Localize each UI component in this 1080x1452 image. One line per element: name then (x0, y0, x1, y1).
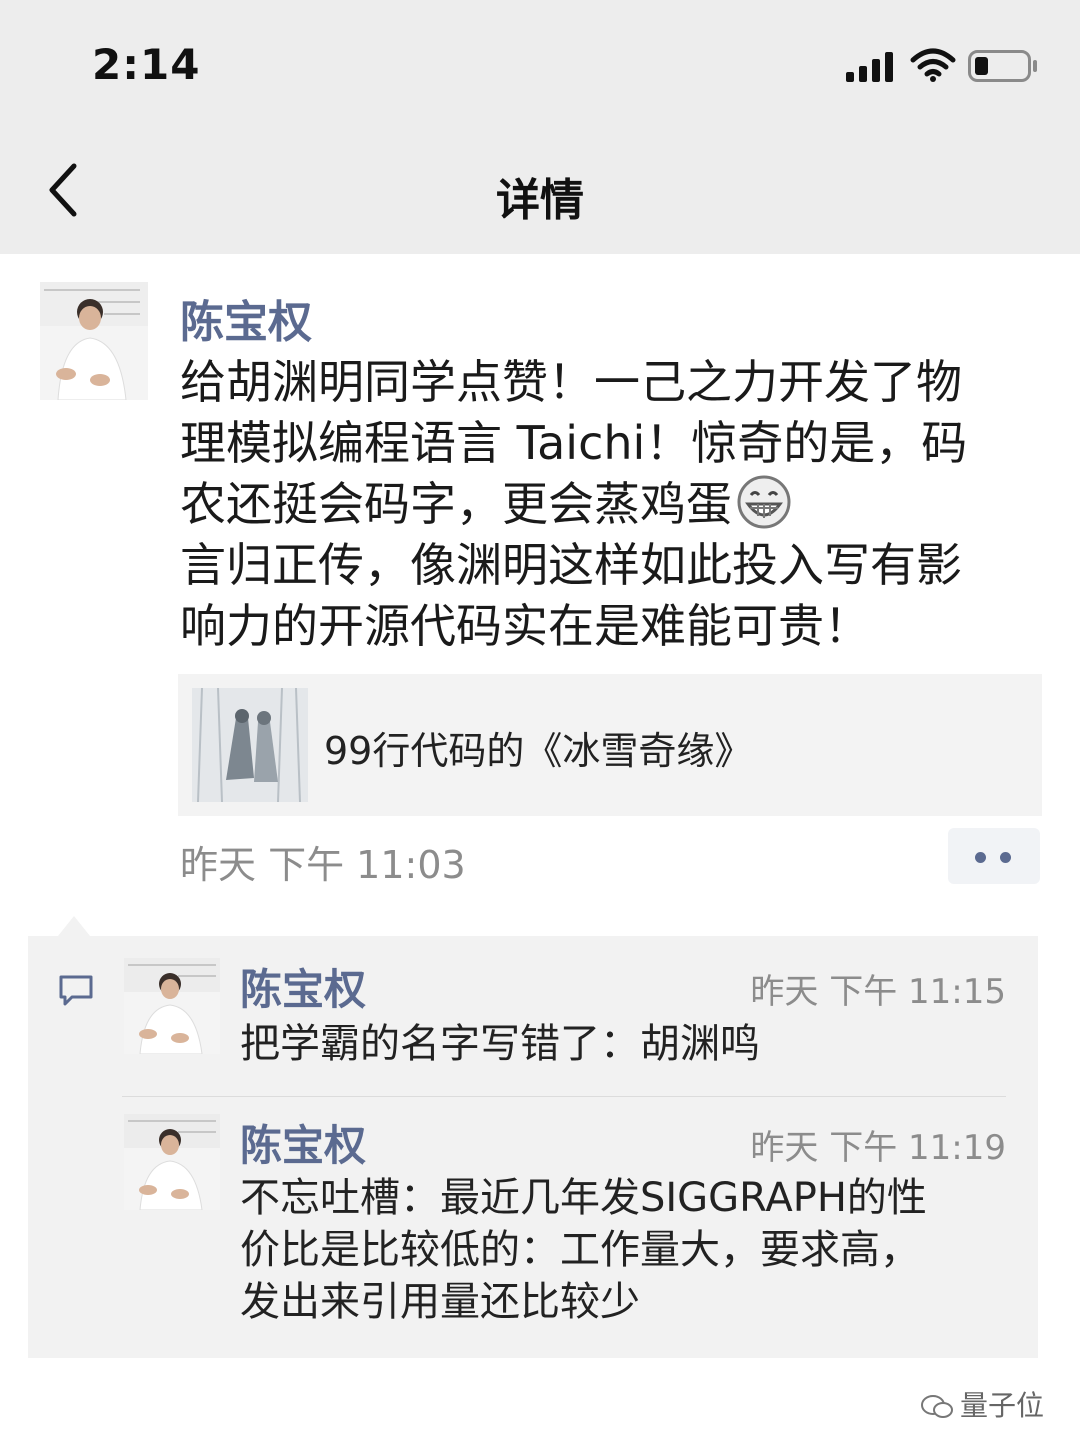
comment-icon (59, 975, 93, 1006)
comment-author-name[interactable]: 陈宝权 (240, 956, 366, 1017)
post-author-name[interactable]: 陈宝权 (180, 286, 312, 350)
battery-icon (968, 50, 1037, 82)
post-text-line: 给胡渊明同学点赞！一己之力开发了物 (180, 355, 962, 409)
comment-text: 不忘吐槽：最近几年发SIGGRAPH的性 价比是比较低的：工作量大，要求高， 发… (240, 1172, 1010, 1328)
author-avatar[interactable] (40, 282, 148, 400)
comment-divider (122, 1096, 1006, 1097)
post-text-line-content: 农还挺会码字，更会蒸鸡蛋 (180, 477, 732, 531)
watermark-text: 量子位 (959, 1389, 1044, 1422)
grinning-face-icon (737, 475, 791, 529)
comment-text-line: 发出来引用量还比较少 (240, 1279, 640, 1325)
comment-text: 把学霸的名字写错了：胡渊鸣 (240, 1018, 1010, 1070)
wechat-logo-icon (920, 1395, 953, 1418)
comments-pointer (58, 916, 90, 936)
more-options-button[interactable] (948, 828, 1040, 884)
comment-timestamp: 昨天 下午 11:15 (750, 972, 1006, 1012)
post-text-line: 响力的开源代码实在是难能可贵！ (180, 599, 870, 653)
comments-section: 陈宝权 昨天 下午 11:15 把学霸的名字写错了：胡渊鸣 陈宝权 昨天 下午 … (28, 936, 1038, 1358)
cellular-signal-icon (846, 52, 893, 82)
more-dot-icon (975, 852, 986, 863)
status-time: 2:14 (92, 40, 201, 89)
comment-timestamp: 昨天 下午 11:19 (750, 1128, 1006, 1168)
watermark: 量子位 (920, 1384, 1044, 1424)
post-text: 给胡渊明同学点赞！一己之力开发了物 理模拟编程语言 Taichi！惊奇的是，码 … (180, 352, 1040, 657)
comment-author-name[interactable]: 陈宝权 (240, 1112, 366, 1173)
post-text-line: 言归正传，像渊明这样如此投入写有影 (180, 538, 962, 592)
article-thumbnail (192, 688, 308, 802)
post-text-line: 理模拟编程语言 Taichi！惊奇的是，码 (180, 416, 968, 470)
comment-avatar[interactable] (124, 1114, 220, 1210)
status-bar: 2:14 (0, 0, 1080, 130)
comment-text-line: 不忘吐槽：最近几年发SIGGRAPH的性 (240, 1175, 927, 1221)
post-text-line: 农还挺会码字，更会蒸鸡蛋 (180, 474, 1040, 535)
page-title: 详情 (496, 175, 584, 226)
shared-article-card[interactable]: 99行代码的《冰雪奇缘》 (178, 674, 1042, 816)
post-timestamp: 昨天 下午 11:03 (180, 843, 466, 887)
comment-text-line: 价比是比较低的：工作量大，要求高， (240, 1227, 920, 1273)
wifi-icon (910, 48, 956, 82)
comment-avatar[interactable] (124, 958, 220, 1054)
more-dot-icon (1000, 852, 1011, 863)
nav-bar: 详情 (0, 130, 1080, 254)
article-title: 99行代码的《冰雪奇缘》 (324, 729, 753, 773)
comment-text-line: 把学霸的名字写错了：胡渊鸣 (240, 1021, 760, 1067)
